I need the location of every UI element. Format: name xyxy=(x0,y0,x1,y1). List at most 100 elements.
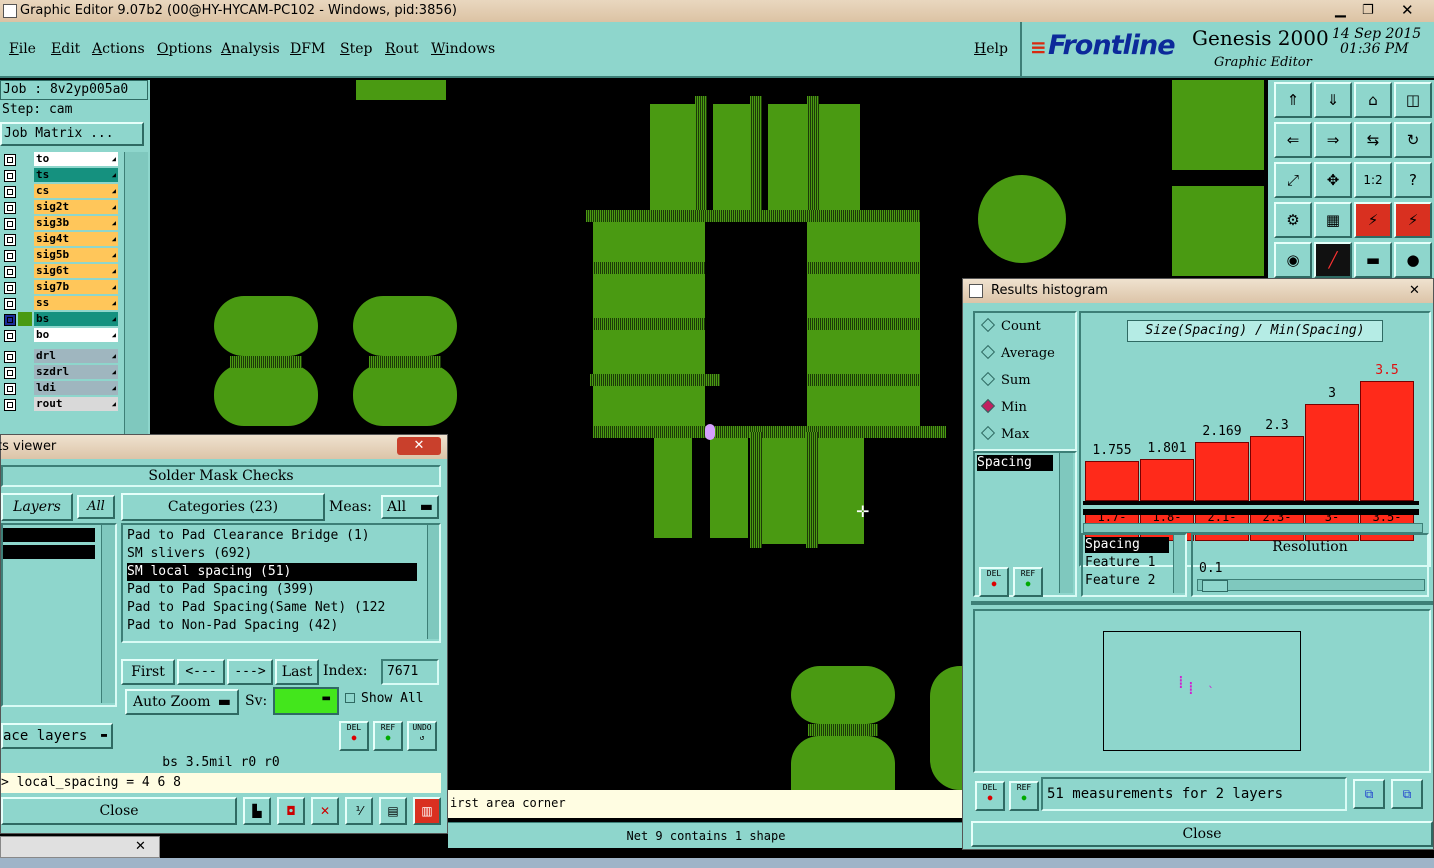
chart-scrollbar[interactable] xyxy=(1083,523,1423,533)
layer-row-sig7b[interactable]: sig7b xyxy=(0,280,118,295)
close-icon[interactable]: ✕ xyxy=(135,839,146,854)
layer-row-bo[interactable]: bo xyxy=(0,328,118,343)
index-input[interactable]: 7671 xyxy=(381,659,439,685)
slider-thumb[interactable] xyxy=(1202,580,1228,592)
layer-name[interactable]: sig3b xyxy=(34,216,118,230)
close-button[interactable]: Close xyxy=(971,821,1433,847)
ref-button[interactable]: REF ● xyxy=(1013,567,1043,597)
restore-icon[interactable]: ❐ xyxy=(1362,0,1374,21)
show-all-checkbox[interactable] xyxy=(345,693,355,703)
circle-icon[interactable]: ● xyxy=(1394,242,1432,278)
list-item[interactable]: Feature 1 xyxy=(1085,555,1155,570)
list-item[interactable]: Pad to Pad Spacing (399) xyxy=(127,581,315,599)
home-icon[interactable]: ⌂ xyxy=(1354,82,1392,118)
layer-checkbox[interactable] xyxy=(4,383,16,395)
layer-checkbox[interactable] xyxy=(4,399,16,411)
categories-scrollbar[interactable] xyxy=(427,525,439,639)
layer-checkbox[interactable] xyxy=(4,202,16,214)
layer-name[interactable]: ss xyxy=(34,296,118,310)
move-down-icon[interactable]: ⇓ xyxy=(1314,82,1352,118)
job-matrix-button[interactable]: Job Matrix ... xyxy=(0,122,144,146)
menu-help[interactable]: Help xyxy=(974,41,1008,57)
layer-checkbox[interactable] xyxy=(4,314,16,326)
frame-icon[interactable]: ◫ xyxy=(1394,82,1432,118)
layer-checkbox[interactable] xyxy=(4,250,16,262)
surface-layers-dropdown[interactable]: ace layers ▬ xyxy=(1,723,113,749)
auto-zoom-dropdown[interactable]: Auto Zoom ▬ xyxy=(125,689,239,715)
ref-button[interactable]: REF ● xyxy=(373,721,403,751)
layer-row-cs[interactable]: cs xyxy=(0,184,118,199)
preview-frame[interactable]: ⁞ ⁞ ˎ xyxy=(1103,631,1301,751)
layer-name[interactable]: to xyxy=(34,152,118,166)
grid-icon[interactable]: ▦ xyxy=(1314,202,1352,238)
close-button[interactable]: Close xyxy=(1,797,237,825)
last-button[interactable]: Last xyxy=(275,659,319,685)
mirror-icon[interactable]: ⇆ xyxy=(1354,122,1392,158)
layer-name[interactable]: sig2t xyxy=(34,200,118,214)
next-button[interactable]: ---> xyxy=(227,659,273,685)
layer-row-to[interactable]: to xyxy=(0,152,118,167)
layer-name[interactable]: cs xyxy=(34,184,118,198)
radio-max[interactable]: Max xyxy=(980,425,1029,442)
pad-icon[interactable]: ◉ xyxy=(1274,242,1312,278)
del-button[interactable]: DEL ● xyxy=(339,721,369,751)
tab-layers[interactable]: Layers xyxy=(1,493,73,521)
categories-list[interactable]: Pad to Pad Clearance Bridge (1) SM slive… xyxy=(121,523,441,643)
layer-checkbox[interactable] xyxy=(4,330,16,342)
menu-rout[interactable]: Rout xyxy=(385,41,419,57)
layers-scrollbar[interactable] xyxy=(101,525,115,703)
menu-actions[interactable]: Actions xyxy=(92,41,145,57)
net-alt-icon[interactable]: ⚡ xyxy=(1394,202,1432,238)
move-right-icon[interactable]: ⇒ xyxy=(1314,122,1352,158)
layer-name[interactable]: bs xyxy=(34,312,118,326)
measure-list-scrollbar[interactable] xyxy=(1059,453,1073,593)
layer-checkbox[interactable] xyxy=(4,266,16,278)
list-item[interactable]: Pad to Non-Pad Spacing (42) xyxy=(127,617,338,635)
move-up-icon[interactable]: ⇑ xyxy=(1274,82,1312,118)
menu-analysis[interactable]: Analysis xyxy=(221,41,280,57)
layer-name[interactable]: drl xyxy=(34,349,118,363)
layer-row-ts[interactable]: ts xyxy=(0,168,118,183)
layer-row-szdrl[interactable]: szdrl xyxy=(0,365,118,380)
layer-row-sig6t[interactable]: sig6t xyxy=(0,264,118,279)
line-icon[interactable]: ╱ xyxy=(1314,242,1352,278)
fields-scrollbar[interactable] xyxy=(1173,535,1185,593)
export-icon[interactable]: ⧉ xyxy=(1353,779,1385,809)
layer-name[interactable]: bo xyxy=(34,328,118,342)
layer-row-sig3b[interactable]: sig3b xyxy=(0,216,118,231)
layer-name[interactable]: ts xyxy=(34,168,118,182)
layer-list-scrollbar[interactable] xyxy=(124,152,148,450)
first-button[interactable]: First xyxy=(121,659,175,685)
list-item[interactable]: Feature 2 xyxy=(1085,573,1155,588)
sv-color-dropdown[interactable]: ▬ xyxy=(273,687,339,715)
layer-checkbox[interactable] xyxy=(4,298,16,310)
layer-row-sig5b[interactable]: sig5b xyxy=(0,248,118,263)
net-icon[interactable]: ⚡ xyxy=(1354,202,1392,238)
list-item-selected[interactable]: Spacing xyxy=(1085,537,1169,553)
layer-row-drl[interactable]: drl xyxy=(0,349,118,364)
all-layers-button[interactable]: All xyxy=(77,495,115,519)
move-left-icon[interactable]: ⇐ xyxy=(1274,122,1312,158)
radio-sum[interactable]: Sum xyxy=(980,371,1031,388)
radio-count[interactable]: Count xyxy=(980,317,1041,334)
list-item-selected[interactable]: SM local spacing (51) xyxy=(127,563,417,581)
list-item[interactable] xyxy=(3,545,95,559)
tools-icon[interactable]: ⚙ xyxy=(1274,202,1312,238)
layer-name[interactable]: szdrl xyxy=(34,365,118,379)
layer-checkbox[interactable] xyxy=(4,154,16,166)
menu-edit[interactable]: Edit xyxy=(51,41,80,57)
close-window-icon[interactable]: ✕ xyxy=(1401,0,1414,21)
resolution-slider[interactable] xyxy=(1197,579,1425,592)
histogram-bar[interactable] xyxy=(1085,461,1139,501)
radio-average[interactable]: Average xyxy=(980,344,1055,361)
del-button[interactable]: DEL ● xyxy=(979,567,1009,597)
zoom-fit-icon[interactable]: ⤢ xyxy=(1274,162,1312,198)
numbered-list-icon[interactable]: ⅟ xyxy=(345,797,373,825)
layer-checkbox[interactable] xyxy=(4,218,16,230)
layers-result-list[interactable] xyxy=(1,523,117,707)
layer-checkbox[interactable] xyxy=(4,170,16,182)
scale-1-2-icon[interactable]: 1:2 xyxy=(1354,162,1392,198)
del-button[interactable]: DEL ● xyxy=(975,781,1005,811)
layer-name[interactable]: sig5b xyxy=(34,248,118,262)
close-window-icon[interactable]: ✕ xyxy=(1409,279,1420,303)
